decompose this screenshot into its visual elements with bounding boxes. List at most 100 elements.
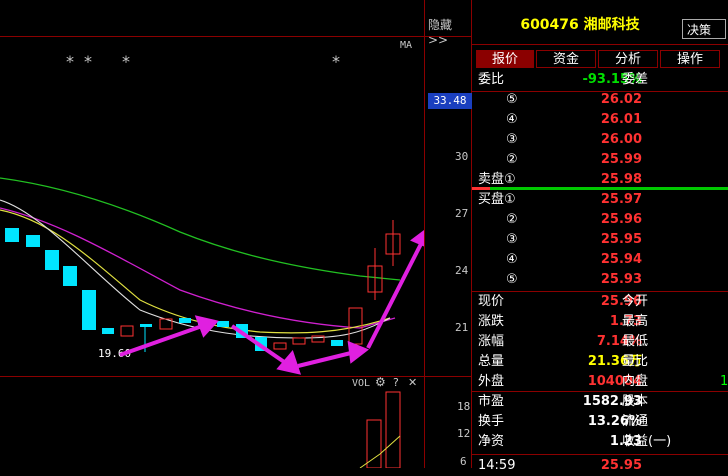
level-price: 26.01 <box>600 112 642 127</box>
stat-row: 外盘 104004 内盘 1 <box>472 372 728 392</box>
volume-plot <box>359 391 401 468</box>
kline-chart[interactable]: 隐藏>> MA * * * * 33.48 30 27 24 21 19.60 <box>0 0 472 468</box>
title-divider <box>472 44 728 45</box>
level-num: 买盘① <box>478 192 516 207</box>
level-num: ⑤ <box>506 92 518 107</box>
ma-line-magenta <box>0 207 396 329</box>
candle <box>140 324 152 327</box>
y-tick: 21 <box>455 321 469 334</box>
stock-code: 600476 <box>520 17 579 33</box>
vol-y-tick: 12 <box>457 427 471 440</box>
vol-y-tick: 18 <box>457 400 471 413</box>
stat-row: 净资 1.23 收益(一) <box>472 432 728 452</box>
y-tick: 24 <box>455 264 469 277</box>
level-num: ③ <box>506 232 518 247</box>
buy-level-2: ② 25.96 <box>472 210 728 230</box>
weicha-label: 委差 <box>622 72 649 87</box>
candle <box>217 321 229 327</box>
price-axis-divider <box>424 0 425 468</box>
level-price: 25.93 <box>600 272 642 287</box>
stat-label: 现价 <box>478 294 505 309</box>
stat-row: 市盈 1582.93 股本 <box>472 392 728 412</box>
quote-panel: 600476 湘邮科技 决策 报价 资金 分析 操作 委比 -93.15% 委差… <box>472 0 728 473</box>
stat-label: 换手 <box>478 414 505 429</box>
stat-label2: 内盘 <box>622 374 649 389</box>
weibi-row: 委比 -93.15% 委差 <box>472 70 728 90</box>
buy-level-1: 买盘① 25.97 <box>472 190 728 210</box>
buy-level-5: ⑤ 25.93 <box>472 270 728 290</box>
level-num: ② <box>506 212 518 227</box>
candle <box>102 328 114 334</box>
candle <box>26 235 40 247</box>
stat-label: 净资 <box>478 434 505 449</box>
stock-name: 湘邮科技 <box>583 17 640 33</box>
candle <box>82 290 96 330</box>
stat-label: 涨幅 <box>478 334 505 349</box>
candlestick-plot <box>0 177 424 375</box>
tick-time: 14:59 <box>478 458 516 473</box>
candle <box>292 337 306 345</box>
tick-price: 25.95 <box>600 458 642 473</box>
stat-label2: 收益(一) <box>622 434 672 449</box>
sell-level-3: ③ 26.00 <box>472 130 728 150</box>
stat-label: 外盘 <box>478 374 505 389</box>
stock-title: 600476 湘邮科技 <box>472 14 688 34</box>
tab-operation[interactable]: 操作 <box>660 50 720 68</box>
tab-funds[interactable]: 资金 <box>536 50 596 68</box>
level-num: ② <box>506 152 518 167</box>
level-num: ⑤ <box>506 272 518 287</box>
stat-label2: 股本 <box>622 394 649 409</box>
y-tick: 27 <box>455 207 469 220</box>
stat-label: 总量 <box>478 354 505 369</box>
tab-quote[interactable]: 报价 <box>476 50 534 68</box>
level-price: 25.96 <box>600 212 642 227</box>
stat-row: 换手 13.26% 流通 <box>472 412 728 432</box>
buy-level-3: ③ 25.95 <box>472 230 728 250</box>
stat-row: 涨跌 1.73 最高 <box>472 312 728 332</box>
level-price: 25.97 <box>600 192 642 207</box>
stat-row: 涨幅 7.14% 最低 <box>472 332 728 352</box>
stat-label2: 量比 <box>622 354 649 369</box>
candle <box>179 318 191 323</box>
stat-value2: 1 <box>720 374 728 389</box>
candle <box>273 342 287 350</box>
stat-label: 涨跌 <box>478 314 505 329</box>
candle <box>120 325 134 337</box>
level-num: ③ <box>506 132 518 147</box>
stat-label2: 流通 <box>622 414 649 429</box>
hide-button[interactable]: 隐藏>> <box>428 16 472 47</box>
stat-row: 现价 25.96 今开 <box>472 292 728 312</box>
vol-y-tick: 6 <box>460 455 467 468</box>
stat-label2: 最低 <box>622 334 649 349</box>
sell-level-4: ④ 26.01 <box>472 110 728 130</box>
level-price: 25.94 <box>600 252 642 267</box>
stat-label2: 最高 <box>622 314 649 329</box>
time-divider <box>472 454 728 455</box>
weibi-label: 委比 <box>478 72 505 87</box>
annotation-arrows <box>119 230 424 375</box>
level-num: ④ <box>506 252 518 267</box>
stat-label2: 今开 <box>622 294 649 309</box>
volume-bar <box>366 419 382 468</box>
candle <box>45 250 59 270</box>
tick-row: 14:59 25.95 <box>472 456 728 476</box>
decide-button[interactable]: 决策 <box>682 19 726 39</box>
candle <box>5 228 19 242</box>
stat-row: 总量 21.36万 量比 <box>472 352 728 372</box>
vol-ma-line <box>359 435 401 468</box>
sell-level-5: ⑤ 26.02 <box>472 90 728 110</box>
volume-bar <box>385 391 401 468</box>
current-price-tag: 33.48 <box>428 93 472 109</box>
y-tick: 30 <box>455 150 469 163</box>
level-price: 26.00 <box>600 132 642 147</box>
candle <box>63 266 77 286</box>
level-price: 26.02 <box>600 92 642 107</box>
stat-label: 市盈 <box>478 394 505 409</box>
level-price: 25.95 <box>600 232 642 247</box>
tab-analysis[interactable]: 分析 <box>598 50 658 68</box>
buy-level-4: ④ 25.94 <box>472 250 728 270</box>
candle <box>331 340 343 346</box>
level-num: ④ <box>506 112 518 127</box>
level-price: 25.99 <box>600 152 642 167</box>
sell-level-2: ② 25.99 <box>472 150 728 170</box>
